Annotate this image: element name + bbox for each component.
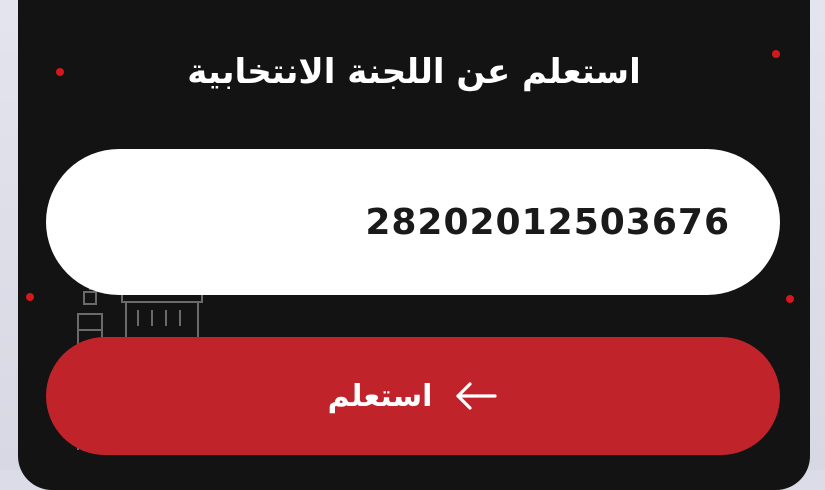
decor-dot	[786, 295, 794, 303]
arrow-left-icon	[456, 382, 497, 410]
decor-dot	[26, 293, 34, 301]
inquire-button[interactable]: استعلم	[46, 337, 780, 455]
inquire-button-label: استعلم	[327, 378, 433, 414]
inquiry-card: استعلم عن اللجنة الانتخابية استعلم	[18, 0, 810, 490]
page-title: استعلم عن اللجنة الانتخابية	[187, 52, 641, 92]
national-id-input[interactable]	[46, 149, 780, 295]
